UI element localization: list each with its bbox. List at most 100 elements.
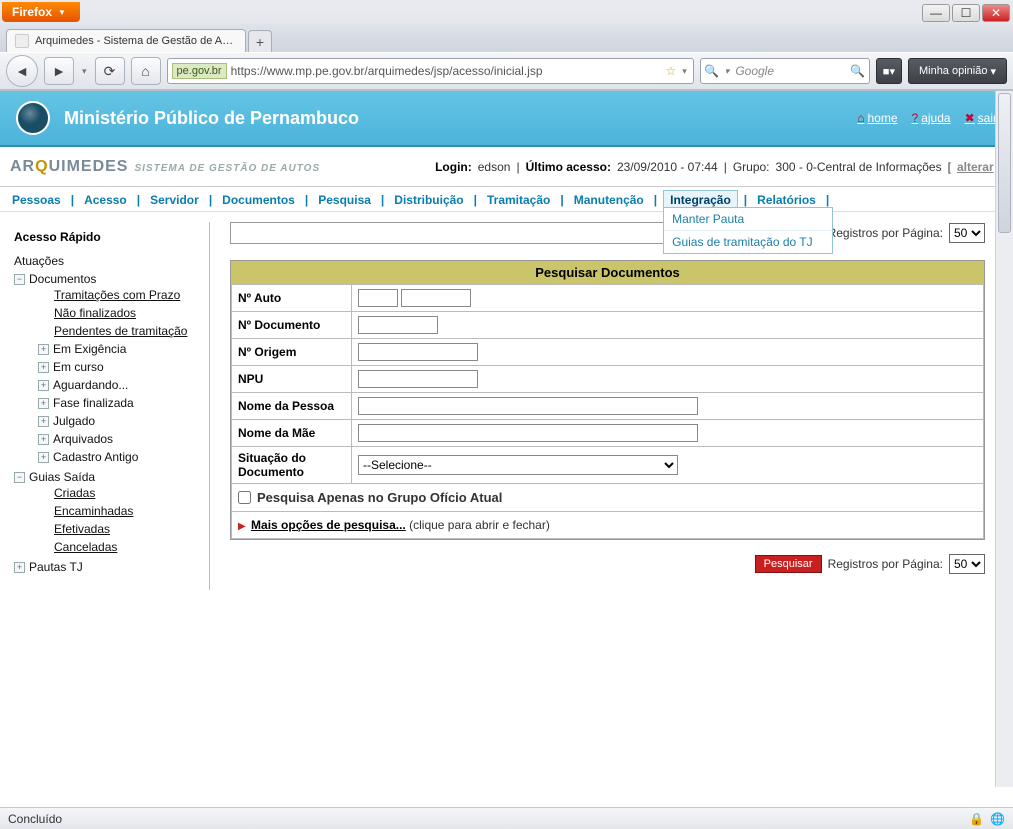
select-situacao[interactable]: --Selecione-- (358, 455, 678, 475)
tree-expand-icon[interactable]: + (38, 452, 49, 463)
window-maximize-button[interactable]: ☐ (952, 4, 980, 22)
tree-expand-icon[interactable]: + (38, 434, 49, 445)
login-info: Login:edson | Último acesso:23/09/2010 -… (435, 160, 1003, 174)
browser-search-input[interactable]: 🔍 ▾ Google 🔍 (700, 58, 870, 84)
search-button-bottom[interactable]: Pesquisar (755, 555, 822, 573)
change-group-link[interactable]: alterar (957, 160, 994, 174)
sidebar-item[interactable]: +Em Exigência (34, 340, 203, 358)
input-nome-pessoa[interactable] (358, 397, 698, 415)
menu-item-servidor[interactable]: Servidor (146, 191, 203, 209)
sidebar-item[interactable]: Efetivadas (34, 520, 203, 538)
label-nome-mae: Nome da Mãe (232, 420, 352, 447)
menu-item-tramitação[interactable]: Tramitação (483, 191, 554, 209)
status-text: Concluído (8, 812, 62, 826)
input-no-auto-1[interactable] (358, 289, 398, 307)
records-per-page-select-top[interactable]: 50 (949, 223, 985, 243)
menu-dropdown-item[interactable]: Manter Pauta (664, 208, 832, 230)
sidebar-item-label: Atuações (14, 254, 64, 268)
nav-history-dropdown[interactable]: ▾ (80, 66, 89, 77)
input-no-origem[interactable] (358, 343, 478, 361)
sidebar-item[interactable]: + Cadastro Antigo (34, 448, 203, 466)
label-nome-pessoa: Nome da Pessoa (232, 393, 352, 420)
sidebar-item[interactable]: + Julgado (34, 412, 203, 430)
window-close-button[interactable]: ✕ (982, 4, 1010, 22)
window-minimize-button[interactable]: — (922, 4, 950, 22)
tree-expand-icon[interactable]: + (14, 562, 25, 573)
expand-arrow-icon: ▶ (238, 521, 246, 532)
sidebar: Acesso Rápido Atuações −DocumentosTramita… (4, 222, 210, 590)
sidebar-item[interactable]: Tramitações com Prazo (34, 286, 203, 304)
link-home[interactable]: ⌂home (857, 111, 897, 125)
menu-item-manutenção[interactable]: Manutenção (570, 191, 648, 209)
sidebar-item-label: Julgado (53, 414, 95, 428)
sidebar-item[interactable]: Canceladas (34, 538, 203, 556)
tree-expand-icon[interactable]: + (38, 362, 49, 373)
tree-expand-icon[interactable]: + (38, 380, 49, 391)
tree-expand-icon[interactable]: + (38, 416, 49, 427)
bookmark-star-icon[interactable]: ☆ (666, 64, 677, 78)
exit-icon: ✖ (965, 111, 975, 125)
sidebar-item[interactable]: +Em curso (34, 358, 203, 376)
addons-button[interactable]: ■▾ (876, 58, 902, 84)
menu-item-pesquisa[interactable]: Pesquisa (314, 191, 375, 209)
input-no-doc[interactable] (358, 316, 438, 334)
feedback-button[interactable]: Minha opinião ▾ (908, 58, 1007, 84)
sidebar-item[interactable]: +Aguardando... (34, 376, 203, 394)
sidebar-title: Acesso Rápido (14, 230, 203, 244)
sidebar-item-label: Guias Saída (29, 470, 95, 484)
link-help[interactable]: ?ajuda (912, 111, 951, 125)
sidebar-item[interactable]: −DocumentosTramitações com PrazoNão fina… (14, 270, 203, 468)
link-exit[interactable]: ✖sair (965, 111, 997, 125)
search-go-icon[interactable]: 🔍 (851, 64, 865, 78)
label-no-doc: Nº Documento (232, 312, 352, 339)
tree-expand-icon[interactable]: + (38, 344, 49, 355)
menu-item-documentos[interactable]: Documentos (218, 191, 299, 209)
feedback-button-label: Minha opinião (919, 65, 988, 77)
vertical-scrollbar[interactable] (995, 91, 1013, 787)
records-per-page-label: Registros por Página: (828, 226, 943, 240)
input-npu[interactable] (358, 370, 478, 388)
browser-tab[interactable]: Arquimedes - Sistema de Gestão de Aut... (6, 29, 246, 52)
status-bar: Concluído 🔒 🌐 (0, 807, 1013, 829)
sidebar-item[interactable]: Encaminhadas (34, 502, 203, 520)
checkbox-grupo-atual[interactable] (238, 491, 251, 504)
nav-forward-button[interactable]: ► (44, 57, 74, 85)
menu-item-distribuição[interactable]: Distribuição (390, 191, 467, 209)
input-no-auto-2[interactable] (401, 289, 471, 307)
sidebar-item[interactable]: Pendentes de tramitação (34, 322, 203, 340)
sidebar-item[interactable]: +Fase finalizada (34, 394, 203, 412)
new-tab-button[interactable]: + (248, 30, 272, 52)
checkbox-grupo-atual-label: Pesquisa Apenas no Grupo Ofício Atual (257, 490, 502, 505)
firefox-menu-button[interactable]: Firefox ▼ (2, 2, 80, 22)
sidebar-item[interactable]: Atuações (14, 252, 203, 270)
sidebar-item[interactable]: +Arquivados (34, 430, 203, 448)
menu-dropdown: Manter PautaGuias de tramitação do TJ (663, 207, 833, 254)
sidebar-item[interactable]: +Pautas TJ (14, 558, 203, 576)
tree-expand-icon[interactable]: + (38, 398, 49, 409)
scrollbar-thumb[interactable] (998, 93, 1011, 233)
menu-item-pessoas[interactable]: Pessoas (8, 191, 65, 209)
records-per-page-label-bottom: Registros por Página: (828, 557, 943, 571)
main-menu: Pessoas|Acesso|Servidor|Documentos|Pesqu… (0, 187, 1013, 212)
sidebar-item[interactable]: Criadas (34, 484, 203, 502)
records-per-page-select-bottom[interactable]: 50 (949, 554, 985, 574)
label-npu: NPU (232, 366, 352, 393)
nav-reload-button[interactable]: ⟳ (95, 57, 125, 85)
org-title: Ministério Público de Pernambuco (64, 108, 359, 129)
tree-collapse-icon[interactable]: − (14, 274, 25, 285)
search-engine-dropdown[interactable]: ▾ (723, 66, 732, 77)
more-options-link[interactable]: Mais opções de pesquisa... (251, 518, 406, 532)
menu-dropdown-item[interactable]: Guias de tramitação do TJ (664, 230, 832, 253)
tree-collapse-icon[interactable]: − (14, 472, 25, 483)
nav-back-button[interactable]: ◄ (6, 55, 38, 87)
url-bar[interactable]: pe.gov.br https://www.mp.pe.gov.br/arqui… (167, 58, 694, 84)
url-dropdown-icon[interactable]: ▾ (680, 66, 689, 77)
sidebar-item[interactable]: Não finalizados (34, 304, 203, 322)
input-nome-mae[interactable] (358, 424, 698, 442)
sidebar-item-label: Cadastro Antigo (53, 450, 138, 464)
sidebar-item-label: Pendentes de tramitação (54, 324, 187, 338)
nav-home-button[interactable]: ⌂ (131, 57, 161, 85)
sidebar-item[interactable]: −Guias SaídaCriadasEncaminhadasEfetivada… (14, 468, 203, 558)
menu-item-acesso[interactable]: Acesso (80, 191, 131, 209)
org-logo-icon (16, 101, 50, 135)
